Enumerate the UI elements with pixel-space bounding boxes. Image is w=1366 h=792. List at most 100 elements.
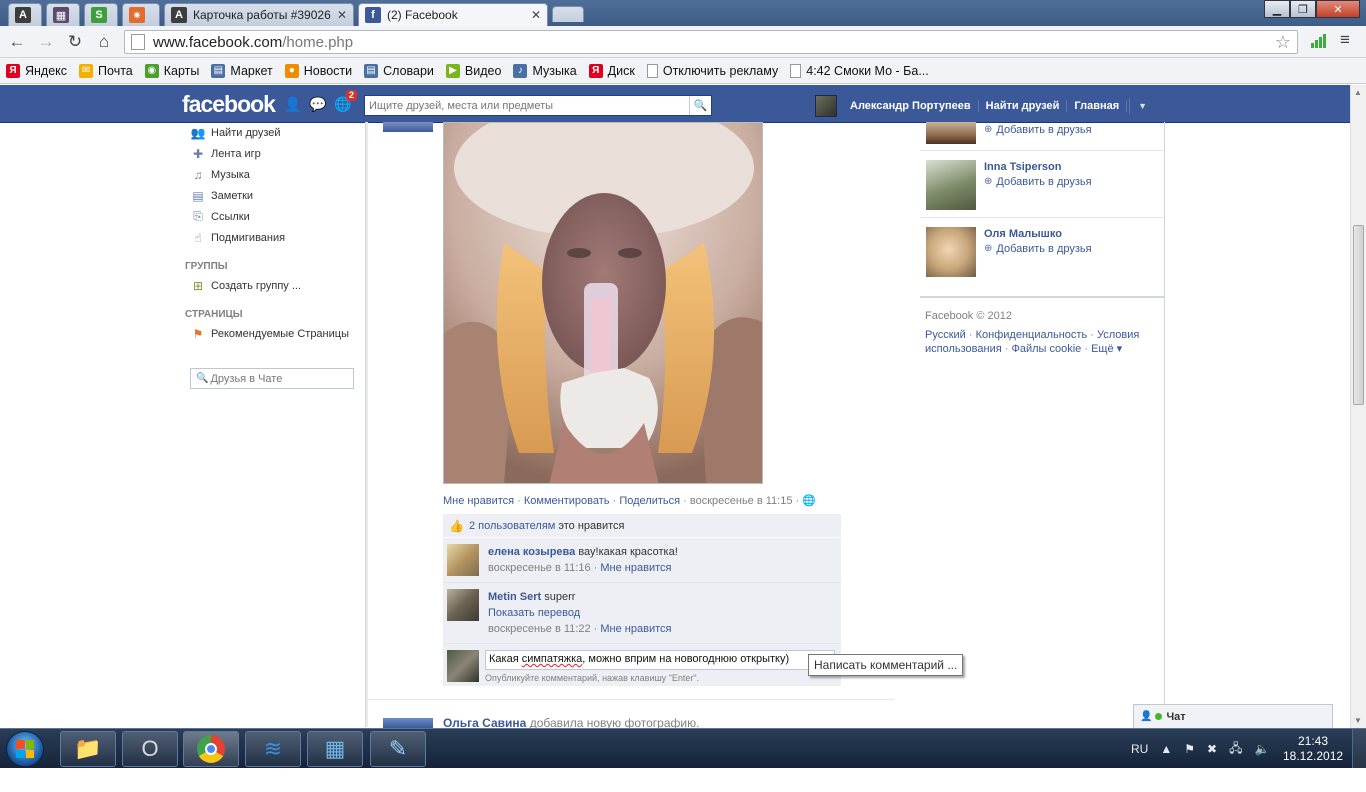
search-icon[interactable]: 🔍 (689, 96, 711, 115)
language-indicator[interactable]: RU (1131, 742, 1148, 756)
scroll-down-arrow-icon[interactable]: ▼ (1354, 716, 1362, 725)
bookmark-item[interactable]: ▤ Маркет (211, 63, 273, 78)
create-group-link[interactable]: ⊞ Создать группу ... (185, 275, 360, 296)
close-window-button[interactable]: ✕ (1316, 0, 1360, 18)
add-friend-link[interactable]: ⊕ Добавить в друзья (984, 241, 1092, 257)
back-button[interactable]: ← (7, 32, 27, 52)
system-clock[interactable]: 21:43 18.12.2012 (1283, 734, 1343, 764)
browser-tab[interactable]: ▦ (46, 3, 80, 26)
browser-tab[interactable]: A (8, 3, 42, 26)
comment-time[interactable]: воскресенье в 11:22 (488, 623, 591, 635)
leftnav-item[interactable]: ✚ Лента игр (185, 143, 360, 164)
bookmark-item[interactable]: Я Диск (588, 63, 635, 78)
tab-close-icon[interactable]: ✕ (531, 8, 541, 22)
maximize-button[interactable]: ❐ (1290, 0, 1316, 18)
show-desktop-button[interactable] (1352, 729, 1366, 769)
bookmark-item[interactable]: Я Яндекс (6, 63, 67, 78)
share-link[interactable]: Поделиться (619, 495, 680, 507)
suggestion-avatar[interactable] (926, 160, 976, 210)
add-friend-link[interactable]: ⊕ Добавить в друзья (984, 174, 1092, 190)
browser-tab[interactable]: ✷ (122, 3, 160, 26)
suggestion-name[interactable]: Inna Tsiperson (984, 160, 1092, 174)
footer-link[interactable]: Файлы cookie (1011, 343, 1081, 355)
bookmark-item[interactable]: ● Новости (284, 63, 352, 78)
menu-wrench-icon[interactable]: ≡ (1340, 30, 1350, 50)
suggestion-name[interactable]: Оля Малышко (984, 227, 1092, 241)
like-link[interactable]: Мне нравится (443, 495, 514, 507)
taskbar-app-button[interactable]: 📁 (60, 731, 116, 767)
network-icon[interactable]: 🖧 (1229, 739, 1242, 760)
story-author-avatar[interactable] (383, 122, 433, 132)
footer-link[interactable]: Русский (925, 329, 966, 341)
add-friend-link[interactable]: ⊕ Добавить в друзья (984, 122, 1092, 138)
privacy-globe-icon[interactable]: 🌐 (802, 495, 816, 507)
account-menu-chevron-down-icon[interactable]: ▼ (1129, 97, 1147, 114)
home-link[interactable]: Главная (1067, 99, 1128, 112)
comment-link[interactable]: Комментировать (524, 495, 610, 507)
search-input[interactable] (365, 96, 687, 115)
find-friends-link[interactable]: Найти друзей (979, 99, 1068, 112)
taskbar-app-button[interactable]: ≋ (245, 731, 301, 767)
bookmark-item[interactable]: ✉ Почта (79, 63, 133, 78)
story-photo[interactable] (443, 122, 763, 484)
recommended-pages-link[interactable]: ⚑ Рекомендуемые Страницы (185, 323, 360, 344)
chat-tab[interactable]: 👤 Чат (1133, 704, 1333, 728)
scroll-up-arrow-icon[interactable]: ▲ (1354, 88, 1362, 97)
taskbar-app-button[interactable]: ▦ (307, 731, 363, 767)
comment-time[interactable]: воскресенье в 11:16 (488, 562, 591, 574)
network-warning-icon[interactable]: ✖ (1207, 742, 1217, 756)
bookmark-item[interactable]: ▤ Словари (364, 63, 434, 78)
commenter-avatar[interactable] (447, 589, 479, 621)
show-translation-link[interactable]: Показать перевод (488, 607, 580, 619)
commenter-name[interactable]: Metin Sert (488, 591, 541, 603)
start-button[interactable] (6, 731, 44, 767)
taskbar-app-button[interactable]: O (122, 731, 178, 767)
taskbar-app-button[interactable] (183, 731, 239, 767)
home-button[interactable]: ⌂ (94, 32, 114, 52)
leftnav-item[interactable]: ☝ Подмигивания (185, 227, 360, 248)
bookmark-star-icon[interactable]: ☆ (1275, 32, 1291, 53)
minimize-button[interactable]: ▁ (1264, 0, 1290, 18)
new-tab-button[interactable] (552, 6, 584, 22)
leftnav-item[interactable]: 👥 Найти друзей (185, 122, 360, 143)
browser-tab[interactable]: A Карточка работы #39026 ✕ (164, 3, 354, 26)
commenter-avatar[interactable] (447, 544, 479, 576)
suggestion-avatar[interactable] (926, 122, 976, 144)
friend-requests-icon[interactable]: 👤 (284, 96, 302, 112)
taskbar-app-button[interactable]: ✎ (370, 731, 426, 767)
bookmark-item[interactable]: 4:42 Смоки Мо - Ба... (790, 63, 929, 78)
browser-tab[interactable]: S (84, 3, 118, 26)
comment-input[interactable]: Какая симпатяжка, можно вприм на новогод… (485, 650, 835, 670)
profile-link[interactable]: Александр Портупеев (843, 99, 979, 112)
action-center-flag-icon[interactable]: ⚑ (1184, 742, 1195, 756)
page-scrollbar[interactable]: ▲ ▼ (1350, 85, 1366, 728)
story-author-name[interactable]: Ольга Савина (443, 718, 526, 728)
likers-link[interactable]: 2 пользователям (469, 520, 555, 532)
messages-icon[interactable]: 💬 (309, 96, 327, 112)
chat-search-input[interactable] (210, 372, 351, 385)
forward-button[interactable]: → (36, 32, 56, 52)
address-bar[interactable]: www.facebook.com/home.php ☆ (124, 30, 1298, 54)
suggestion-avatar[interactable] (926, 227, 976, 277)
browser-tab-active[interactable]: f (2) Facebook ✕ (358, 3, 548, 26)
reload-button[interactable]: ↻ (65, 32, 85, 52)
show-hidden-icons-icon[interactable]: ▲ (1160, 742, 1172, 756)
scrollbar-thumb[interactable] (1353, 225, 1364, 405)
facebook-logo[interactable]: facebook (182, 91, 276, 118)
story-timestamp[interactable]: воскресенье в 11:15 (690, 495, 793, 507)
bookmark-item[interactable]: ♪ Музыка (513, 63, 577, 78)
leftnav-item[interactable]: ♫ Музыка (185, 164, 360, 185)
comment-like-link[interactable]: Мне нравится (600, 562, 671, 574)
volume-icon[interactable]: 🔈 (1254, 742, 1269, 756)
bookmark-item[interactable]: Отключить рекламу (646, 63, 778, 78)
avatar[interactable] (815, 94, 837, 117)
footer-link[interactable]: Конфиденциальность (976, 329, 1088, 341)
signal-extension-icon[interactable] (1311, 34, 1326, 48)
comment-like-link[interactable]: Мне нравится (600, 623, 671, 635)
tab-close-icon[interactable]: ✕ (337, 8, 347, 22)
bookmark-item[interactable]: ◉ Карты (144, 63, 199, 78)
footer-link[interactable]: Ещё ▾ (1091, 343, 1122, 355)
story-author-avatar[interactable] (383, 718, 433, 728)
bookmark-item[interactable]: ▶ Видео (445, 63, 501, 78)
leftnav-item[interactable]: ⎘ Ссылки (185, 206, 360, 227)
